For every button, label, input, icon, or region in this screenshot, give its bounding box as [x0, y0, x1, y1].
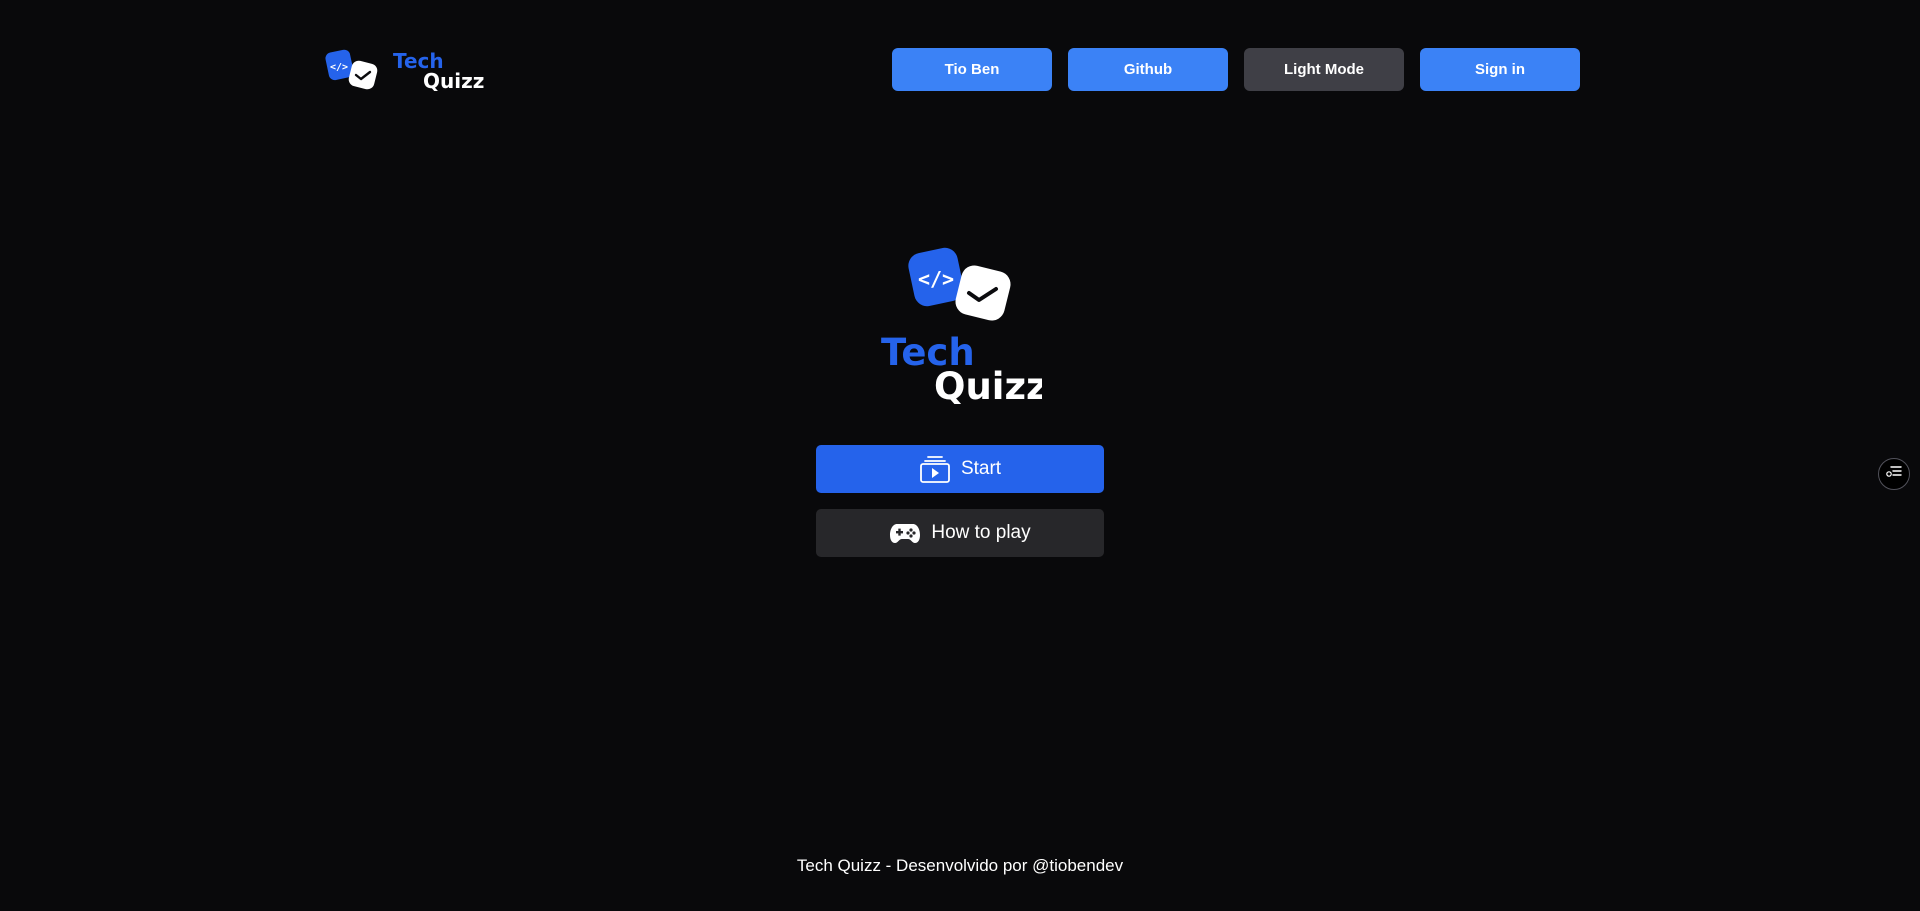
- light-mode-button[interactable]: Light Mode: [1244, 48, 1404, 91]
- top-nav: Tio Ben Github Light Mode Sign in: [892, 48, 1580, 91]
- github-button[interactable]: Github: [1068, 48, 1228, 91]
- svg-text:</>: </>: [330, 62, 348, 73]
- gamepad-icon: [889, 521, 921, 545]
- floating-menu-button[interactable]: [1878, 458, 1910, 490]
- footer-text: Tech Quizz - Desenvolvido por @tiobendev: [796, 856, 1124, 875]
- header-logo[interactable]: </> Tech Quizz: [324, 48, 486, 92]
- svg-text:</>: </>: [918, 267, 954, 291]
- filter-list-icon: [1886, 465, 1902, 484]
- page: </> Tech Quizz Tio Ben Github Light Mode…: [0, 0, 1920, 911]
- check-badge-icon: [955, 265, 1011, 321]
- play-stack-icon: [919, 455, 951, 483]
- start-button-label: Start: [960, 458, 1002, 479]
- how-to-play-label: How to play: [931, 522, 1031, 543]
- hero-logo: </> Tech Quizz: [881, 247, 1042, 404]
- tio-ben-button[interactable]: Tio Ben: [892, 48, 1052, 91]
- sign-in-button[interactable]: Sign in: [1420, 48, 1580, 91]
- logo-word-quizz: Quizz: [423, 69, 484, 92]
- how-to-play-button[interactable]: How to play: [816, 509, 1104, 557]
- start-button[interactable]: Start: [816, 445, 1104, 493]
- hero-logo-word-quizz: Quizz: [934, 365, 1042, 404]
